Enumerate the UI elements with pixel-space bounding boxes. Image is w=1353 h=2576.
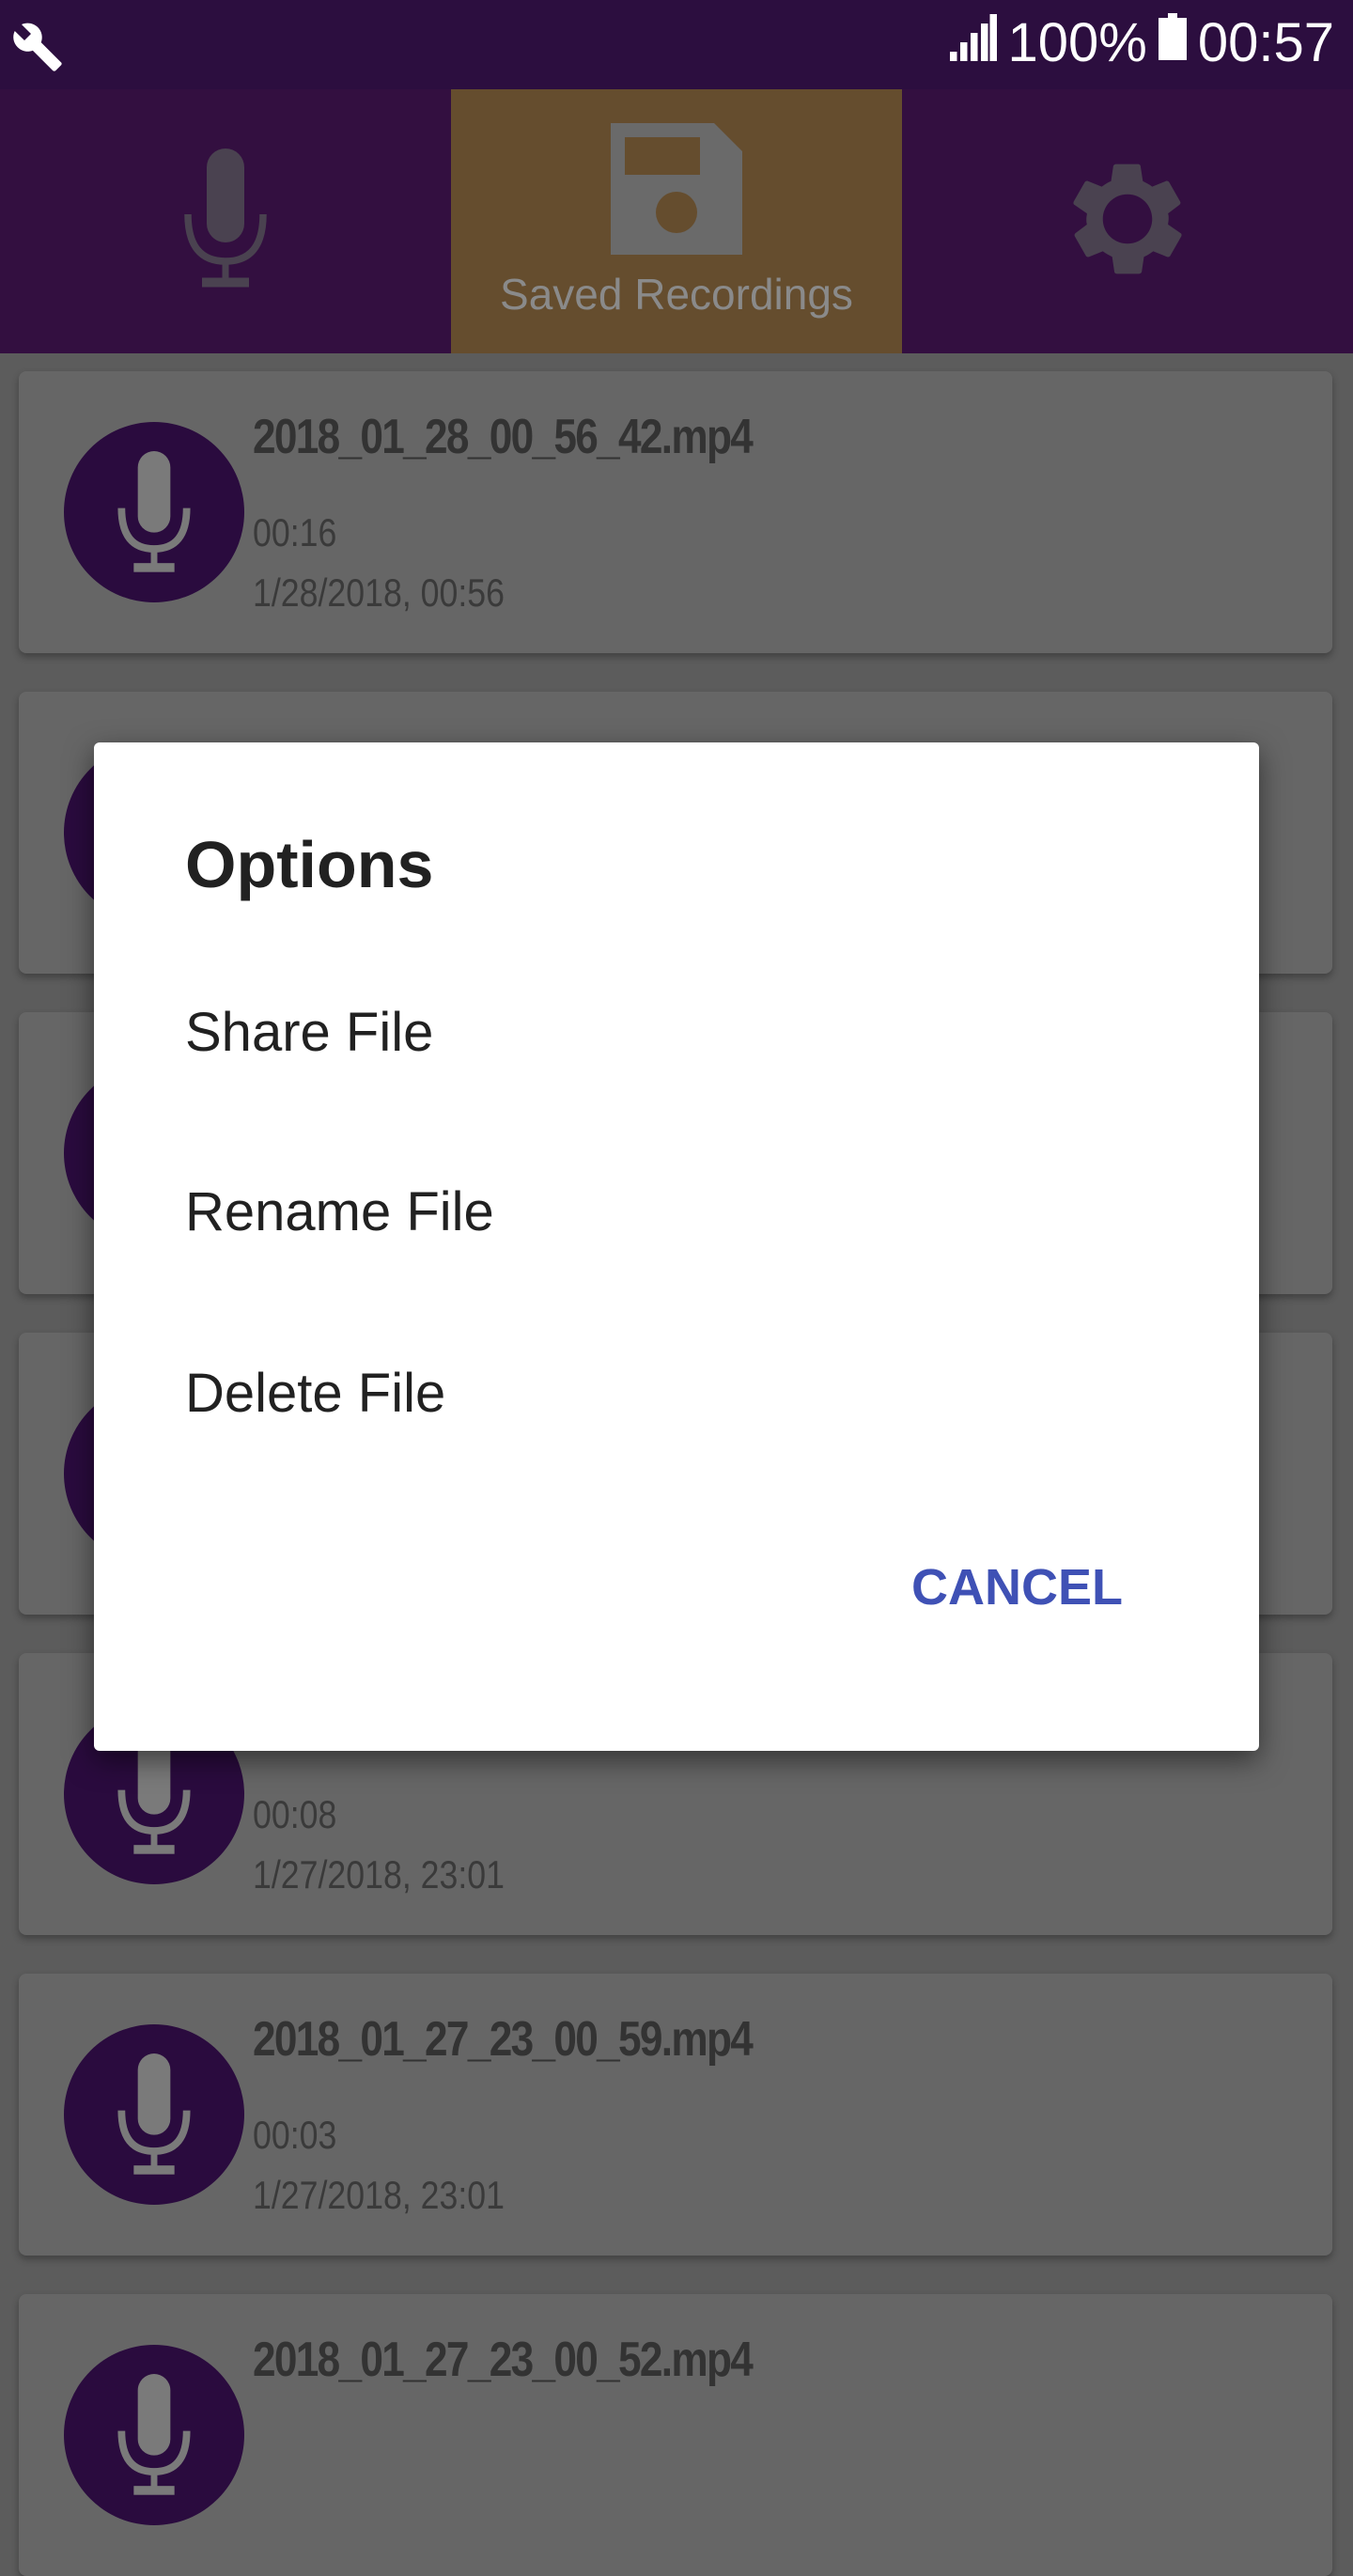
tab-saved-recordings[interactable]: Saved Recordings [451,89,902,353]
microphone-avatar-icon [64,2024,244,2205]
recording-title: 2018_01_28_00_56_42.mp4 [253,410,754,464]
battery-icon [1158,11,1187,74]
recording-date: 1/27/2018, 23:01 [253,2173,505,2217]
tab-label: Saved Recordings [500,270,853,319]
recording-title: 2018_01_27_23_00_52.mp4 [253,2333,754,2387]
clock: 00:57 [1197,12,1334,73]
gear-icon [1062,153,1193,289]
recording-card[interactable]: 2018_01_27_23_00_52.mp4 [19,2294,1332,2576]
recording-card[interactable]: 2018_01_27_23_00_59.mp4 00:03 1/27/2018, 2… [19,1974,1332,2256]
recording-duration: 00:16 [253,510,337,554]
microphone-icon [183,148,268,294]
recording-date: 1/28/2018, 00:56 [253,570,505,615]
wrench-icon [11,21,64,78]
rename-file-option[interactable]: Rename File [185,1180,494,1243]
microphone-avatar-icon [64,422,244,602]
battery-percent: 100% [1007,12,1147,73]
signal-icon [949,11,997,74]
status-bar: 100% 00:57 [0,0,1353,89]
recording-duration: 00:08 [253,1792,337,1836]
floppy-disk-icon [611,123,742,259]
delete-file-option[interactable]: Delete File [185,1362,445,1425]
recording-card[interactable]: 2018_01_28_00_56_42.mp4 00:16 1/28/2018, 0… [19,371,1332,653]
cancel-button[interactable]: CANCEL [911,1558,1123,1616]
recording-date: 1/27/2018, 23:01 [253,1852,505,1897]
options-dialog: Options Share File Rename File Delete Fi… [94,742,1259,1751]
share-file-option[interactable]: Share File [185,1001,433,1064]
recording-duration: 00:03 [253,2113,337,2157]
microphone-avatar-icon [64,2345,244,2525]
tab-record[interactable] [0,89,451,353]
recording-title: 2018_01_27_23_00_59.mp4 [253,2012,754,2067]
tab-bar: Saved Recordings [0,89,1353,353]
dialog-title: Options [185,828,434,901]
tab-settings[interactable] [902,89,1353,353]
